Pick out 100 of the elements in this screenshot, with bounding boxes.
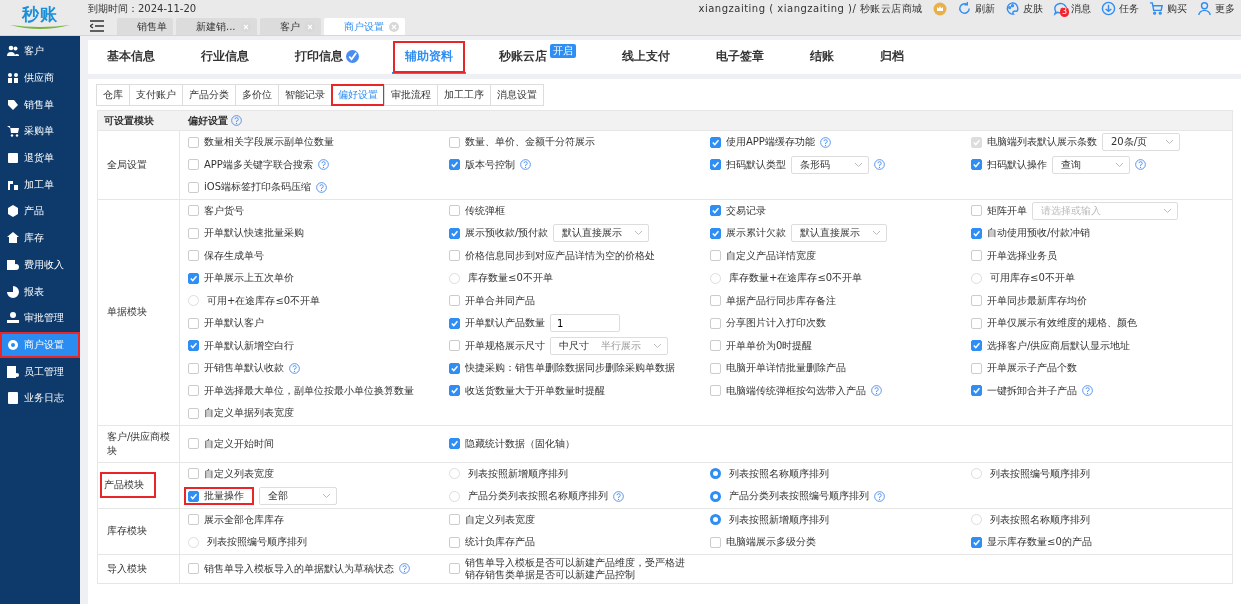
checkbox[interactable]	[188, 340, 199, 352]
dropdown[interactable]: 默认直接展示	[791, 224, 887, 243]
radio-option[interactable]: 可用+在途库存≤0不开单	[188, 291, 321, 310]
sidebar-item[interactable]: 加工单	[0, 171, 80, 199]
radio-option[interactable]: 列表按照新增顺序排列	[710, 510, 829, 529]
checkbox-option[interactable]: 展示全部仓库库存	[188, 510, 284, 529]
sidebar-item[interactable]: 费用收入	[0, 251, 80, 279]
help-icon[interactable]	[316, 181, 327, 193]
checkbox[interactable]	[188, 490, 199, 502]
checkbox[interactable]	[188, 385, 199, 397]
checkbox[interactable]	[971, 340, 982, 352]
settings-tab[interactable]: 行业信息	[188, 40, 262, 74]
radio-option[interactable]: 库存数量+在途库存≤0不开单	[710, 269, 863, 288]
settings-tab[interactable]: 线上支付	[609, 40, 683, 74]
checkbox-option[interactable]: 自定义单据列表宽度	[188, 404, 294, 423]
help-icon[interactable]	[1135, 159, 1146, 171]
checkbox-option[interactable]: 电脑开单详情批量删除产品	[710, 359, 846, 378]
checkbox[interactable]	[188, 181, 199, 193]
dropdown[interactable]: 查询	[1052, 155, 1130, 174]
checkbox-option[interactable]: 扫码默认类型	[710, 155, 786, 174]
download-icon[interactable]	[1101, 1, 1116, 16]
checkbox[interactable]	[710, 362, 721, 374]
palette-icon[interactable]	[1005, 1, 1020, 16]
checkbox[interactable]	[188, 407, 199, 419]
checkbox[interactable]	[971, 159, 982, 171]
checkbox-option[interactable]: 单据产品行同步库存备注	[710, 291, 836, 310]
sub-tab[interactable]: 加工工序	[437, 84, 491, 106]
checkbox-option[interactable]: 开单默认客户	[188, 314, 264, 333]
checkbox[interactable]	[449, 385, 460, 397]
checkbox-option[interactable]: 客户货号	[188, 201, 244, 220]
sub-tab[interactable]: 审批流程	[384, 84, 438, 106]
checkbox-option[interactable]: 矩阵开单	[971, 201, 1027, 220]
checkbox-option[interactable]: 开单默认产品数量	[449, 314, 545, 333]
radio-button[interactable]	[710, 468, 721, 480]
checkbox[interactable]	[449, 136, 460, 148]
checkbox[interactable]	[710, 317, 721, 329]
radio-button[interactable]	[710, 514, 721, 526]
checkbox[interactable]	[710, 227, 721, 239]
sub-tab[interactable]: 智能记录	[278, 84, 332, 106]
checkbox-option[interactable]: 传统弹框	[449, 201, 505, 220]
checkbox[interactable]	[710, 250, 721, 262]
checkbox-option[interactable]: 自定义开始时间	[188, 434, 274, 453]
checkbox-option[interactable]: 展示累计欠款	[710, 224, 786, 243]
checkbox[interactable]	[971, 295, 982, 307]
radio-option[interactable]: 产品分类列表按照名称顺序排列	[449, 487, 608, 506]
checkbox-option[interactable]: 显示库存数量≤0的产品	[971, 533, 1092, 552]
checkbox-option[interactable]: iOS端标签打印条码压缩	[188, 178, 311, 197]
sub-tab[interactable]: 消息设置	[490, 84, 544, 106]
page-tab[interactable]: 销售单	[117, 18, 173, 35]
user-icon[interactable]	[1197, 1, 1212, 16]
checkbox[interactable]	[971, 362, 982, 374]
checkbox-option[interactable]: 开单单价为0时提醒	[710, 336, 813, 355]
dropdown[interactable]: 默认直接展示	[553, 224, 650, 243]
checkbox[interactable]	[188, 205, 199, 217]
settings-tab[interactable]: 电子签章	[703, 40, 777, 74]
checkbox-option[interactable]: 交易记录	[710, 201, 766, 220]
sub-tab[interactable]: 支付账户	[129, 84, 183, 106]
toolbar-button[interactable]: 刷新	[957, 1, 995, 16]
checkbox[interactable]	[188, 227, 199, 239]
checkbox-option[interactable]: 开单展示子产品个数	[971, 359, 1077, 378]
checkbox-option[interactable]: 电脑端传统弹框按勾选带入产品	[710, 381, 866, 400]
radio-option[interactable]: 产品分类列表按照编号顺序排列	[710, 487, 869, 506]
checkbox-option[interactable]: 自定义产品详情宽度	[710, 246, 816, 265]
sidebar-item[interactable]: 退货单	[0, 144, 80, 172]
checkbox[interactable]	[710, 295, 721, 307]
dropdown[interactable]: 全部	[259, 487, 337, 506]
toolbar-button[interactable]: 更多	[1197, 1, 1235, 16]
radio-option[interactable]: 可用库存≤0不开单	[971, 269, 1075, 288]
checkbox[interactable]	[188, 514, 199, 526]
cart-icon[interactable]	[1149, 1, 1164, 16]
checkbox[interactable]	[449, 438, 460, 449]
checkbox[interactable]	[971, 385, 982, 397]
checkbox[interactable]	[449, 227, 460, 239]
checkbox[interactable]	[449, 340, 460, 352]
checkbox-option[interactable]: 开单默认快速批量采购	[188, 224, 304, 243]
checkbox[interactable]	[449, 295, 460, 307]
checkbox[interactable]	[449, 514, 460, 526]
checkbox[interactable]	[449, 250, 460, 262]
help-icon[interactable]	[613, 490, 624, 502]
checkbox[interactable]	[710, 340, 721, 352]
checkbox-option[interactable]: 自动使用预收/付款冲销	[971, 224, 1091, 243]
checkbox-option[interactable]: 开单选择业务员	[971, 246, 1057, 265]
checkbox[interactable]	[188, 250, 199, 262]
checkbox[interactable]	[971, 205, 982, 217]
toolbar-button[interactable]: 购买	[1149, 1, 1187, 16]
checkbox-option[interactable]: 隐藏统计数据（固化轴）	[449, 434, 575, 453]
crown-icon[interactable]	[933, 1, 947, 16]
checkbox-option[interactable]: 开单合并同产品	[449, 291, 535, 310]
sidebar-item[interactable]: 员工管理	[0, 358, 80, 385]
sidebar-item[interactable]: 供应商	[0, 64, 80, 92]
checkbox-option[interactable]: 使用APP端缓存功能	[710, 133, 815, 152]
radio-button[interactable]	[710, 490, 721, 502]
checkbox-option[interactable]: 一键拆卸合并子产品	[971, 381, 1077, 400]
checkbox[interactable]	[449, 317, 460, 329]
checkbox-option[interactable]: 销售单导入模板导入的单据默认为草稿状态	[188, 559, 394, 578]
checkbox[interactable]	[449, 563, 460, 574]
settings-tab[interactable]: 结账	[797, 40, 847, 74]
sub-tab[interactable]: 仓库	[96, 84, 130, 106]
sidebar-item[interactable]: 业务日志	[0, 384, 80, 412]
page-tab[interactable]: 客户	[259, 18, 321, 35]
